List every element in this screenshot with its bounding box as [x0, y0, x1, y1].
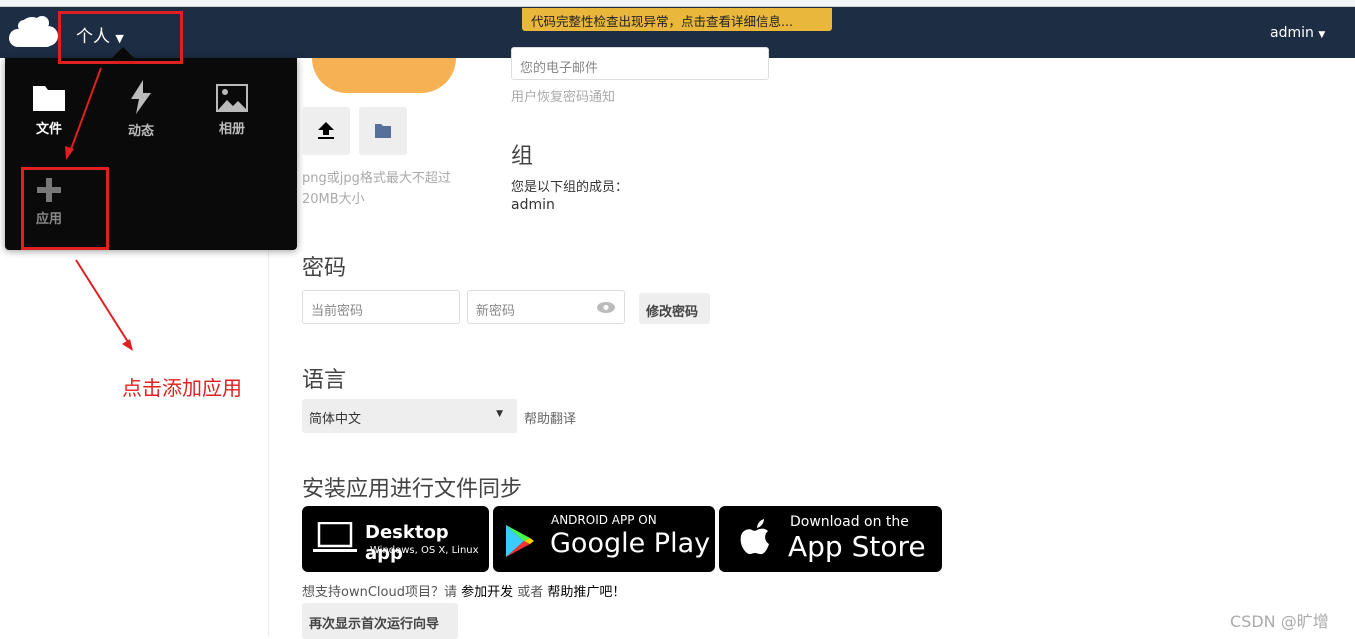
caret-down-icon: ▼ — [1318, 30, 1326, 40]
annotation-text: 点击添加应用 — [122, 376, 242, 400]
desktop-app-badge[interactable]: Desktop app Windows, OS X, Linux — [302, 506, 489, 572]
language-title: 语言 — [302, 368, 347, 393]
sync-title: 安装应用进行文件同步 — [302, 477, 523, 502]
language-select[interactable]: 简体中文 ▼ — [302, 399, 517, 433]
selected-language: 简体中文 — [309, 412, 362, 427]
watermark: CSDN @旷增 — [1230, 612, 1329, 631]
choose-avatar-button[interactable] — [359, 107, 407, 155]
password-title: 密码 — [302, 256, 347, 281]
user-menu[interactable]: admin ▼ — [1270, 25, 1325, 41]
groups-title: 组 — [511, 144, 534, 169]
current-password-input[interactable]: 当前密码 — [302, 290, 460, 324]
new-password-input[interactable]: 新密码 — [467, 290, 625, 324]
integrity-warning[interactable]: 代码完整性检查出现异常，点击查看详细信息... — [522, 8, 832, 31]
support-mid: 或者 — [513, 585, 548, 600]
app-store-badge[interactable]: Download on the App Store — [719, 506, 942, 572]
placeholder: 新密码 — [476, 304, 516, 319]
support-text: 想支持ownCloud项目？请 参加开发 或者 帮助推广吧！ — [302, 581, 625, 600]
badge-top: ANDROID APP ON — [551, 513, 657, 527]
support-prefix: 想支持ownCloud项目？请 — [302, 585, 462, 600]
badge-main: App Store — [788, 530, 926, 563]
badge-title: Desktop app — [365, 522, 449, 564]
eye-icon[interactable] — [597, 302, 615, 313]
username: admin — [1270, 25, 1314, 41]
badge-top: Download on the — [790, 514, 909, 530]
google-play-icon — [506, 525, 534, 557]
badge-main: Google Play — [550, 528, 711, 559]
first-run-wizard-button[interactable]: 再次显示首次运行向导 — [302, 603, 458, 639]
google-play-badge[interactable]: ANDROID APP ON Google Play — [493, 506, 715, 572]
upload-icon — [318, 122, 334, 139]
group-name: admin — [511, 197, 555, 213]
caret-down-icon: ▼ — [496, 409, 503, 419]
contribute-link[interactable]: 参加开发 — [461, 585, 513, 600]
avatar-hint: png或jpg格式最大不超过20MB大小 — [302, 171, 451, 207]
badge-sub: Windows, OS X, Linux — [370, 545, 479, 556]
email-input[interactable]: 您的电子邮件 — [511, 47, 769, 80]
help-translate-link[interactable]: 帮助翻译 — [524, 408, 576, 427]
avatar — [312, 58, 456, 93]
email-hint: 用户恢复密码通知 — [511, 90, 616, 105]
change-password-button[interactable]: 修改密码 — [639, 293, 710, 324]
laptop-icon — [313, 522, 357, 552]
groups-desc: 您是以下组的成员： — [511, 180, 629, 195]
folder-icon — [375, 124, 391, 138]
apple-icon — [740, 519, 769, 555]
annotation-arrows — [65, 67, 133, 351]
promote-link[interactable]: 帮助推广吧！ — [547, 585, 625, 600]
upload-avatar-button[interactable] — [302, 107, 350, 155]
